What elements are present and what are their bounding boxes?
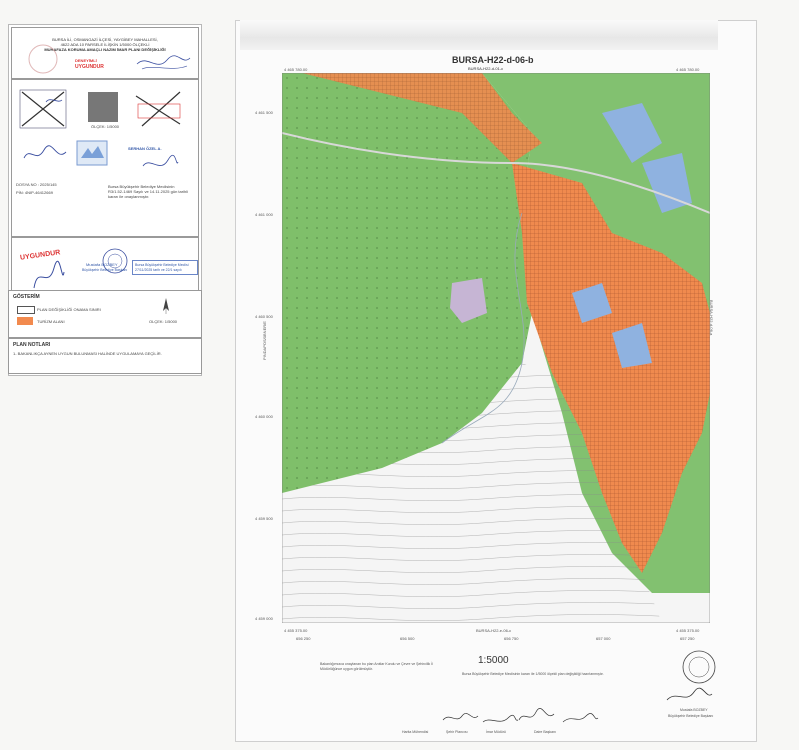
signature-3 [142, 154, 179, 167]
signature-footer-3 [518, 708, 555, 721]
footer-sign-3: İmar Müdürü [486, 730, 506, 734]
scan-artifact-bar [240, 20, 718, 50]
coord-x5: 657 250 [680, 636, 695, 641]
blue-stamp-name: SERHAN ÖZEL A. [128, 146, 162, 151]
coord-y6: 4 459 000 [255, 616, 273, 621]
coord-y2: 4 461 000 [255, 212, 273, 217]
round-seal-footer [682, 650, 716, 684]
signature-footer-1 [442, 713, 479, 721]
coord-top-left: 4 465 780.00 [284, 67, 308, 72]
legend-title: GÖSTERİM [13, 294, 40, 300]
footer-left-text: Bakanlığımızca onaylanan bu plan Anıtlar… [320, 662, 433, 671]
red-stamp-top-b: UYGUNDUR [75, 64, 104, 70]
mayor-role: Büyükşehir Belediye Başkanı [82, 268, 128, 272]
mini-scale-label: ÖLÇEK: 1/5000 [91, 124, 120, 129]
red-stamp-top: DENEYİMLİ UYGUNDUR [67, 55, 127, 73]
coord-bottom-right: 4 455 375.00 [676, 628, 700, 633]
blue-meclis-box: Bursa Büyükşehir Belediye Meclisi 27/11/… [132, 260, 198, 275]
notes-panel: PLAN NOTLARI 1- BAKANLIKÇA AYNEN UYGUN B… [8, 338, 202, 374]
legend-panel: GÖSTERİM PLAN DEĞİŞİKLİĞİ ONAMA SINIRI T… [8, 290, 202, 338]
legend-tourism-label: TURİZM ALANI [37, 319, 65, 324]
legend-boundary-label: PLAN DEĞİŞİKLİĞİ ONAMA SINIRI [37, 307, 101, 312]
crossed-stamp-1 [19, 89, 67, 129]
side-label-left: PINDAPOS/0BNER/E [262, 321, 267, 360]
sheet-title: BURSA-H22-d-06-b [452, 55, 534, 65]
footer-sign-4: Daire Başkanı [534, 730, 556, 734]
seal-blue [76, 140, 108, 166]
notes-title: PLAN NOTLARI [13, 342, 51, 348]
notes-item-1: 1- BAKANLIKÇA AYNEN UYGUN BULUNMASI HALİ… [13, 351, 162, 356]
legend-scale-label: OLÇEK: 1/5000 [149, 319, 178, 324]
footer-mayor-name: Mustafa BOZBEY [680, 708, 708, 712]
north-arrow-icon [163, 298, 169, 314]
plan-number: PİN: 4NIP-46412669 [16, 190, 53, 195]
footer-sign-2: Şehir Plancısı [446, 730, 468, 734]
coord-y4: 4 460 000 [255, 414, 273, 419]
plan-map [282, 73, 710, 623]
crossed-stamp-2 [135, 91, 181, 127]
mini-map-thumb [88, 92, 118, 122]
signature-footer-2 [482, 714, 519, 723]
map-sheet: BURSA İLİ, OSMANGAZİ İLÇESİ, YAYGİBEY MA… [0, 0, 799, 750]
sheet-subtitle: BURSA-H22-d-01-c [468, 66, 504, 71]
signature-2 [23, 145, 67, 159]
sheet-bottom-ref: BURSA-H22-e-06-c [476, 628, 512, 633]
round-stamp-faded [28, 44, 58, 74]
legend-tourism-swatch [17, 317, 33, 325]
legend-boundary-swatch [17, 306, 35, 314]
coord-y1: 4 461 500 [255, 110, 273, 115]
coord-x1: 656 250 [296, 636, 311, 641]
footer-sign-1: Harita Mühendisi [402, 730, 429, 734]
coord-x3: 656 750 [504, 636, 519, 641]
signature-footer-4 [562, 713, 599, 723]
stamp-grid-box: ÖLÇEK: 1/5000 SERHAN ÖZEL A. DOSYA NO : … [11, 79, 199, 237]
coord-y3: 4 460 500 [255, 314, 273, 319]
blue-decision-text: Bursa Büyükşehir Belediye Meclisinin R3/… [108, 184, 192, 199]
footer-mayor-role: Büyükşehir Belediye Başkanı [668, 714, 714, 718]
coord-y5: 4 459 500 [255, 516, 273, 521]
coord-x4: 657 000 [596, 636, 611, 641]
title-box: BURSA İLİ, OSMANGAZİ İLÇESİ, YAYGİBEY MA… [11, 27, 199, 79]
footer-center-text: Bursa Büyükşehir Belediye Meclisinin kar… [462, 672, 604, 676]
dosya-number: DOSYA NO : 2025/145 [16, 182, 57, 187]
signature-footer-mayor [666, 687, 713, 701]
blue-decision-body: R3/1.52-1469 Sayılı ve 14.11.2025 gün ta… [108, 189, 188, 199]
coord-x2: 656 500 [400, 636, 415, 641]
map-scale: 1:5000 [478, 655, 509, 666]
red-stamp-top-a: DENEYİMLİ [75, 58, 97, 63]
coord-top-right: 4 465 780.00 [676, 67, 700, 72]
signature-top [136, 55, 191, 70]
mayor-name: Mustafa BOZBEY [86, 262, 118, 267]
coord-bottom-left: 4 455 375.00 [284, 628, 308, 633]
